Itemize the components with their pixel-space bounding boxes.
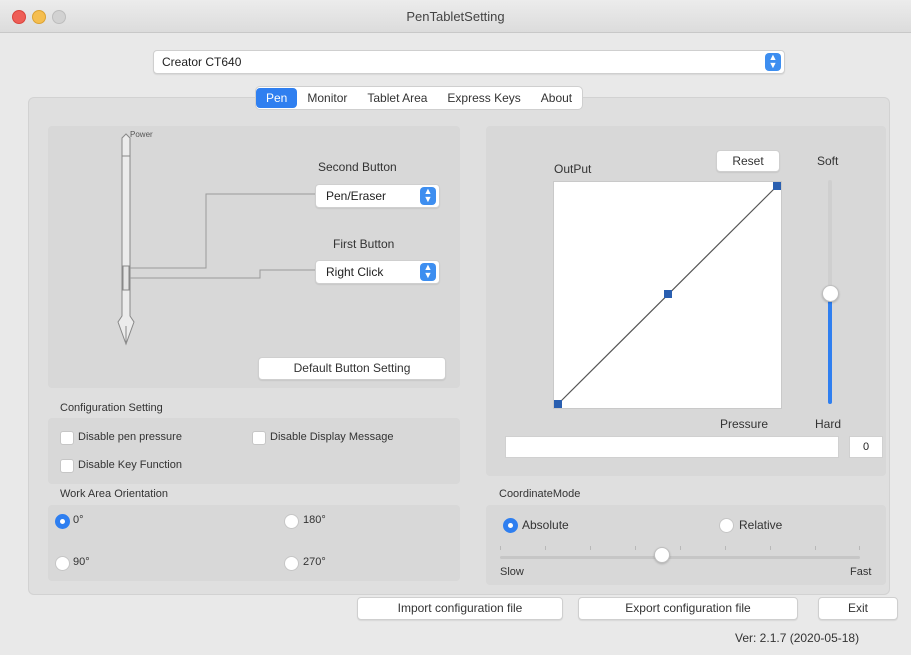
pressure-slider-fill: [828, 292, 832, 404]
curve-point-end[interactable]: [773, 182, 781, 190]
orientation-180-radio[interactable]: [284, 514, 299, 529]
pressure-label: Pressure: [720, 417, 769, 431]
speed-tick: [815, 546, 816, 550]
tab-tablet-area[interactable]: Tablet Area: [357, 87, 437, 109]
coordinate-mode-group: [486, 505, 886, 585]
orientation-270-radio[interactable]: [284, 556, 299, 571]
import-config-button[interactable]: Import configuration file: [357, 597, 563, 620]
configuration-group: [48, 418, 460, 484]
tab-monitor[interactable]: Monitor: [297, 87, 357, 109]
disable-display-message-checkbox[interactable]: [252, 431, 266, 445]
pressure-value: 0: [849, 436, 883, 458]
chevron-updown-icon: ▲ ▼: [765, 53, 781, 71]
speed-tick: [590, 546, 591, 550]
device-select-value: Creator CT640: [162, 55, 242, 69]
disable-pen-pressure-checkbox[interactable]: [60, 431, 74, 445]
exit-button[interactable]: Exit: [818, 597, 898, 620]
orientation-270-label: 270°: [303, 556, 326, 568]
power-label: Power: [130, 130, 153, 139]
pressure-curve-svg: [554, 182, 781, 408]
export-config-button[interactable]: Export configuration file: [578, 597, 798, 620]
pen-icon: [117, 133, 135, 346]
second-button-label: Second Button: [318, 160, 397, 174]
device-select[interactable]: Creator CT640 ▲ ▼: [153, 50, 785, 74]
second-button-select[interactable]: Pen/Eraser ▲ ▼: [315, 184, 440, 208]
configuration-title: Configuration Setting: [60, 402, 163, 414]
disable-display-message-label: Disable Display Message: [270, 431, 394, 443]
reset-button[interactable]: Reset: [716, 150, 780, 172]
soft-label: Soft: [817, 154, 839, 168]
tab-express-keys[interactable]: Express Keys: [437, 87, 530, 109]
tab-pen[interactable]: Pen: [256, 88, 298, 108]
hard-label: Hard: [815, 417, 842, 431]
speed-tick: [859, 546, 860, 550]
pen-diagram: [117, 133, 315, 346]
fast-label: Fast: [850, 566, 872, 578]
title-bar: PenTabletSetting: [0, 0, 911, 33]
speed-tick: [500, 546, 501, 550]
orientation-180-label: 180°: [303, 514, 326, 526]
output-label: OutPut: [554, 162, 592, 176]
pen-connector-lines: [130, 193, 315, 279]
speed-tick: [725, 546, 726, 550]
absolute-label: Absolute: [522, 518, 569, 532]
disable-key-function-label: Disable Key Function: [78, 459, 182, 471]
tab-about[interactable]: About: [531, 87, 582, 109]
speed-slider-track[interactable]: [500, 556, 860, 559]
default-button-setting-button[interactable]: Default Button Setting: [258, 357, 446, 380]
tab-bar: Pen Monitor Tablet Area Express Keys Abo…: [255, 86, 584, 110]
relative-radio[interactable]: [719, 518, 734, 533]
coordinate-mode-title: CoordinateMode: [499, 488, 581, 500]
disable-pen-pressure-label: Disable pen pressure: [78, 431, 182, 443]
speed-tick: [545, 546, 546, 550]
window-title: PenTabletSetting: [406, 9, 505, 24]
pressure-value-bar: [505, 436, 839, 458]
chevron-updown-icon: ▲ ▼: [420, 263, 436, 281]
speed-tick: [680, 546, 681, 550]
orientation-90-radio[interactable]: [55, 556, 70, 571]
second-button-value: Pen/Eraser: [326, 189, 387, 203]
absolute-radio[interactable]: [503, 518, 518, 533]
pen-tablet-window: PenTabletSetting Creator CT640 ▲ ▼ Pen Mo…: [0, 0, 911, 655]
speed-slider-knob[interactable]: [654, 547, 670, 563]
first-button-select[interactable]: Right Click ▲ ▼: [315, 260, 440, 284]
version-label: Ver: 2.1.7 (2020-05-18): [735, 631, 860, 645]
orientation-0-radio[interactable]: [55, 514, 70, 529]
pressure-slider-knob[interactable]: [822, 285, 839, 302]
disable-key-function-checkbox[interactable]: [60, 459, 74, 473]
pressure-curve-canvas[interactable]: [553, 181, 782, 409]
orientation-90-label: 90°: [73, 556, 90, 568]
first-button-label: First Button: [333, 237, 395, 251]
first-button-value: Right Click: [326, 265, 384, 279]
chevron-updown-icon: ▲ ▼: [420, 187, 436, 205]
curve-point-start[interactable]: [554, 400, 562, 408]
orientation-title: Work Area Orientation: [60, 488, 169, 500]
speed-tick: [770, 546, 771, 550]
relative-label: Relative: [739, 518, 783, 532]
speed-tick: [635, 546, 636, 550]
slow-label: Slow: [500, 566, 524, 578]
orientation-0-label: 0°: [73, 514, 84, 526]
orientation-group: [48, 505, 460, 581]
curve-point-mid[interactable]: [664, 290, 672, 298]
